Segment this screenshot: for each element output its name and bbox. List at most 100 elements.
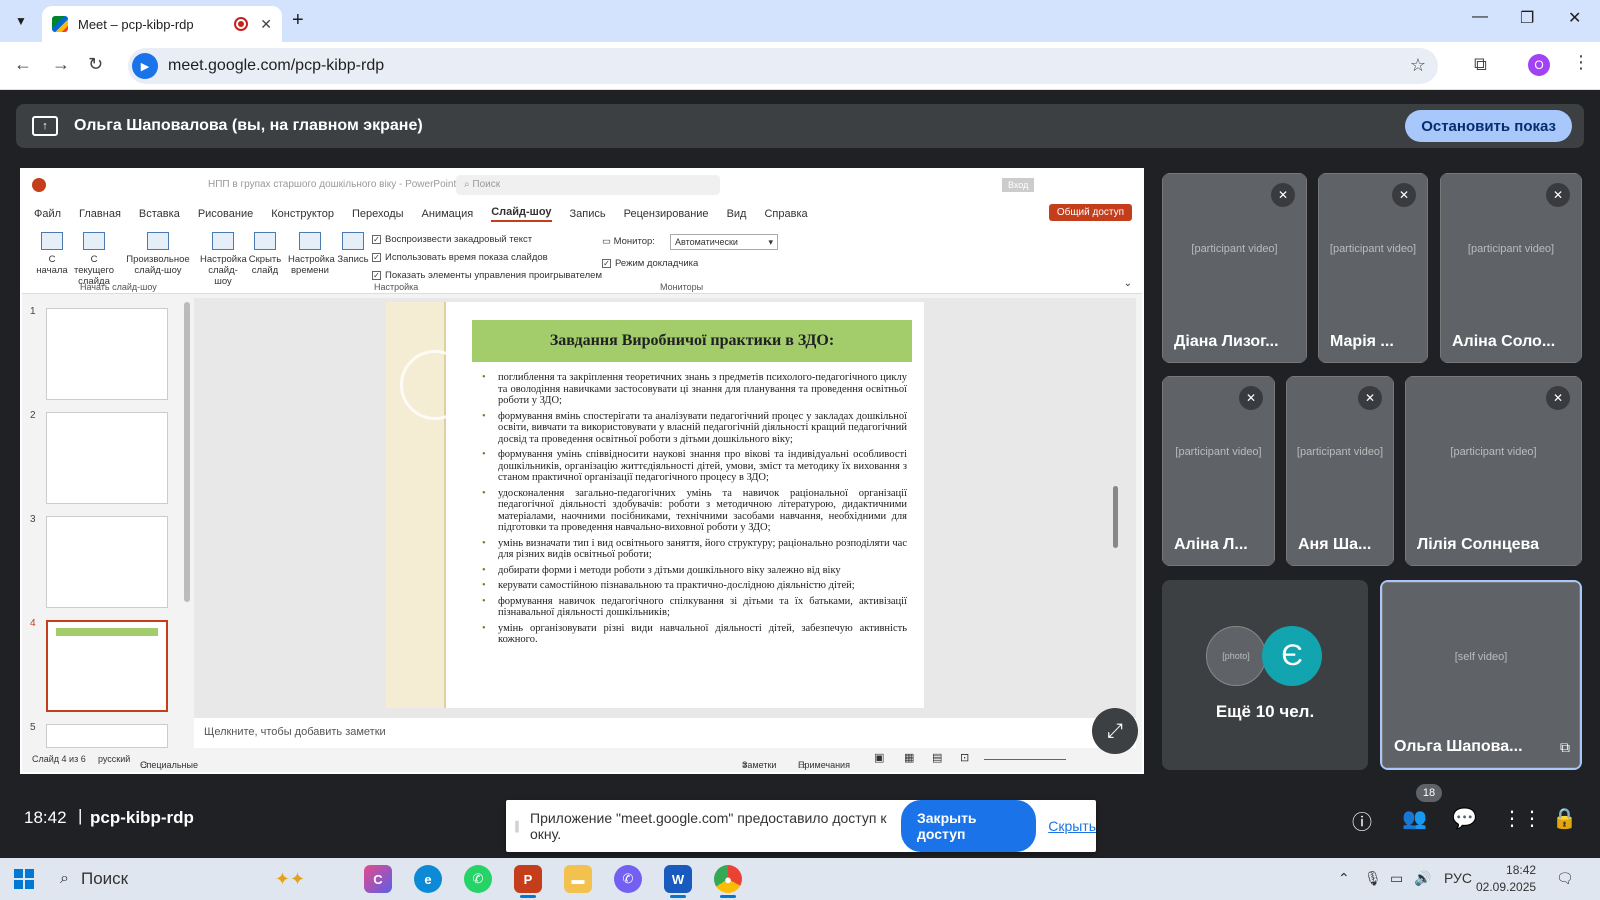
menu-animations[interactable]: Анимация [422,208,474,220]
start-button[interactable] [14,869,34,889]
menu-home[interactable]: Главная [79,208,121,220]
bookmark-star-icon[interactable]: ☆ [1410,55,1426,76]
zoom-slider[interactable] [984,759,1066,760]
participant-tile[interactable]: [participant video] ✕ Аліна Соло... [1440,173,1582,363]
slide-thumbnail-4[interactable] [46,620,168,712]
self-view-tile[interactable]: [self video] Ольга Шапова... ⧉ [1380,580,1582,770]
fullscreen-button[interactable]: ⤢ [1092,708,1138,754]
custom-show-button[interactable]: Произвольное слайд-шоу [126,232,190,276]
activities-icon[interactable]: ⋮⋮ [1502,806,1542,831]
more-participants-tile[interactable]: [photo] Є Ещё 10 чел. [1162,580,1368,770]
meeting-info-icon[interactable]: ⓘ [1352,806,1372,835]
word-app-icon[interactable]: W [664,865,692,898]
powerpoint-app-icon[interactable]: P [514,865,542,898]
normal-view-icon[interactable]: ▣ [874,751,884,764]
thumbnail-scrollbar[interactable] [184,302,190,602]
ribbon-collapse-icon[interactable]: ⌄ [1124,278,1132,289]
slide-thumbnail-2[interactable] [46,412,168,504]
file-explorer-icon[interactable]: ▬ [564,865,592,893]
slideshow-view-icon[interactable]: ⊡ [960,751,969,764]
current-slide[interactable]: Завдання Виробничої практики в ЗДО: погл… [386,302,924,708]
menu-review[interactable]: Рецензирование [624,208,709,220]
ppt-share-button[interactable]: Общий доступ [1048,204,1132,221]
controls-checkbox[interactable]: ✓ Показать элементы управления проигрыват… [372,270,602,281]
new-tab-button[interactable]: + [292,9,304,32]
menu-slideshow[interactable]: Слайд-шоу [491,206,552,222]
slide-thumbnail-5[interactable] [46,724,168,748]
participant-tile[interactable]: [participant video] ✕ Аліна Л... [1162,376,1275,566]
ppt-search-placeholder: Поиск [472,179,501,190]
browser-menu-icon[interactable]: ⋮ [1572,52,1590,73]
monitor-select[interactable]: Автоматически ▾ [670,234,778,250]
site-info-icon[interactable]: ▶ [132,53,158,79]
system-clock[interactable]: 18:42 02.09.2025 [1476,862,1536,896]
menu-view[interactable]: Вид [727,208,747,220]
edge-icon[interactable]: e [414,865,442,893]
menu-design[interactable]: Конструктор [271,208,334,220]
address-bar[interactable]: ▶ meet.google.com/pcp-kibp-rdp ☆ [128,48,1438,84]
participant-tile[interactable]: [participant video] ✕ Марія ... [1318,173,1428,363]
menu-transitions[interactable]: Переходы [352,208,404,220]
stop-sharing-button[interactable]: Закрыть доступ [901,800,1037,852]
notes-pane[interactable]: Щелкните, чтобы добавить заметки [194,718,1136,748]
drag-handle-icon[interactable]: ∥ [514,819,520,833]
rehearse-button[interactable]: Настройка времени [288,232,335,276]
network-icon[interactable]: ▭ [1390,870,1403,887]
hide-slide-button[interactable]: Скрыть слайд [248,232,282,276]
from-current-button[interactable]: С текущего слайда [70,232,118,287]
reload-button[interactable]: ↻ [88,54,103,75]
copilot-app-icon[interactable]: C [364,865,392,893]
input-language[interactable]: РУС [1444,870,1472,886]
tab-search-button[interactable]: ▼ [8,9,34,33]
menu-help[interactable]: Справка [764,208,807,220]
tray-chevron-up-icon[interactable]: ⌃ [1338,870,1350,887]
participant-tile[interactable]: [participant video] ✕ Аня Ша... [1286,376,1394,566]
participant-tile[interactable]: [participant video] ✕ Діана Лизог... [1162,173,1307,363]
slide-sorter-icon[interactable]: ▦ [904,751,914,764]
record-button[interactable]: Запись [336,232,370,265]
copilot-sparkle-icon[interactable]: ✦✦ [275,865,305,893]
host-controls-icon[interactable]: 🔒 [1552,806,1577,831]
whatsapp-icon[interactable]: ✆ [464,865,492,893]
menu-draw[interactable]: Рисование [198,208,253,220]
timings-checkbox[interactable]: ✓ Использовать время показа слайдов [372,252,548,263]
close-window-button[interactable]: ✕ [1568,8,1581,28]
restore-button[interactable]: ❐ [1520,8,1534,28]
hide-notice-link[interactable]: Скрыть [1048,818,1096,834]
people-icon[interactable]: 👥 [1402,806,1427,831]
taskbar-search-label: Поиск [80,869,129,888]
slide-thumbnail-3[interactable] [46,516,168,608]
chat-icon[interactable]: 💬 [1452,806,1477,831]
slide-scrollbar[interactable] [1112,298,1120,718]
participant-tile[interactable]: [participant video] ✕ Лілія Солнцева [1405,376,1582,566]
slide-bullet: поглиблення та закріплення теоретичних з… [482,372,907,407]
scroll-thumb[interactable] [1113,486,1118,548]
menu-record[interactable]: Запись [570,208,606,220]
narration-checkbox[interactable]: ✓ Воспроизвести закадровый текст [372,234,532,245]
viber-icon[interactable]: ✆ [614,865,642,893]
from-start-button[interactable]: С начала [34,232,70,276]
ppt-search-box[interactable]: ⌕ Поиск [456,175,720,195]
ppt-signin-button[interactable]: Вход [1002,178,1035,192]
taskbar-search[interactable]: ⌕ Поиск [60,858,128,900]
chrome-icon[interactable]: ● [714,865,742,898]
forward-button[interactable]: → [52,54,70,75]
back-button[interactable]: ← [14,54,32,75]
active-tab[interactable]: Meet – pcp-kibp-rdp ✕ [42,6,282,42]
menu-file[interactable]: Файл [34,208,61,220]
microphone-icon[interactable]: 🎙 [1364,870,1382,887]
close-tab-icon[interactable]: ✕ [260,16,272,33]
notifications-icon[interactable]: 🗨 [1556,870,1574,887]
slide-thumbnail-1[interactable] [46,308,168,400]
setup-show-button[interactable]: Настройка слайд-шоу [200,232,247,287]
menu-insert[interactable]: Вставка [139,208,180,220]
extensions-icon[interactable]: ⧉ [1474,54,1487,75]
profile-avatar[interactable]: O [1528,54,1550,76]
volume-icon[interactable]: 🔊 [1414,870,1431,887]
presenter-view-checkbox[interactable]: ✓ Режим докладчика [602,258,698,269]
reading-view-icon[interactable]: ▤ [932,751,942,764]
stop-presenting-button[interactable]: Остановить показ [1405,110,1572,142]
status-language[interactable]: русский [98,754,130,764]
minimize-button[interactable]: — [1472,8,1488,26]
picture-in-picture-icon[interactable]: ⧉ [1560,739,1570,756]
